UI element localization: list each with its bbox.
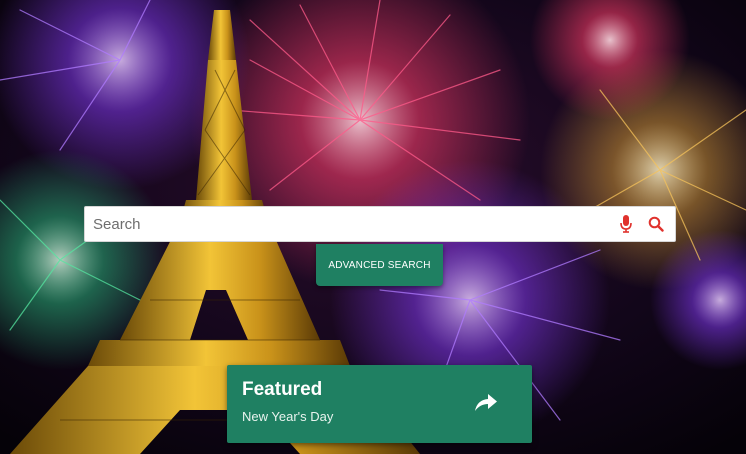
search-icon[interactable] (641, 207, 671, 241)
featured-subtitle: New Year's Day (242, 409, 334, 424)
featured-title: Featured (242, 379, 323, 400)
search-input[interactable] (85, 207, 611, 241)
search-bar (84, 206, 676, 242)
advanced-search-button[interactable]: ADVANCED SEARCH (316, 244, 443, 286)
share-arrow-icon[interactable] (473, 391, 499, 413)
featured-card[interactable]: Featured New Year's Day (227, 365, 532, 443)
microphone-icon[interactable] (611, 207, 641, 241)
